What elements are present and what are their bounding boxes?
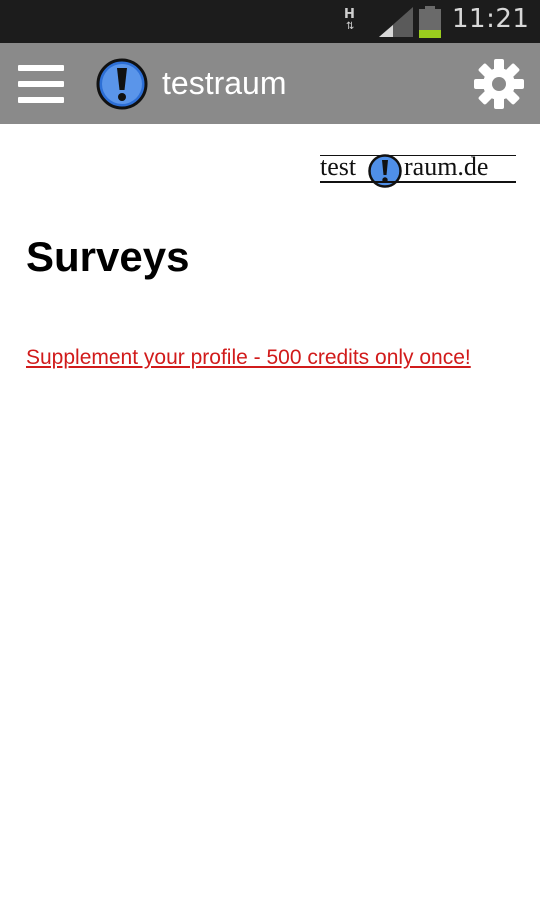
brand-text-after: raum.de bbox=[404, 152, 489, 181]
supplement-profile-link[interactable]: Supplement your profile - 500 credits on… bbox=[26, 344, 496, 371]
signal-icon bbox=[379, 7, 413, 37]
network-arrows-icon: ⇅ bbox=[346, 21, 355, 32]
gear-icon[interactable] bbox=[474, 59, 524, 109]
app-title: testraum bbox=[162, 65, 287, 101]
hamburger-menu-icon[interactable] bbox=[18, 65, 64, 103]
brand-text-before: test bbox=[320, 152, 357, 181]
action-bar: testraum bbox=[0, 43, 540, 124]
exclamation-logo-icon[interactable] bbox=[95, 57, 149, 111]
network-indicator: H ⇅ bbox=[344, 8, 362, 36]
network-type: H bbox=[344, 7, 355, 22]
testraum-brand-logo: test raum.de bbox=[320, 152, 516, 190]
page-title: Surveys bbox=[26, 233, 190, 280]
clock: 11:21 bbox=[452, 4, 530, 34]
status-bar: H ⇅ 11:21 bbox=[0, 0, 540, 43]
brand-line-bottom bbox=[320, 181, 516, 183]
battery-icon bbox=[419, 6, 441, 38]
